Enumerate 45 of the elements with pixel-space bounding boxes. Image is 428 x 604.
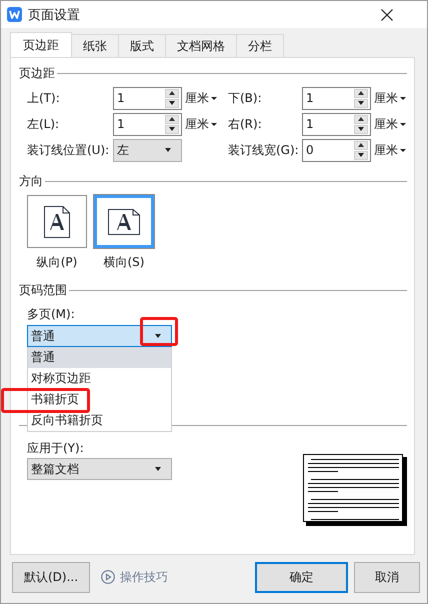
- unit-dropdown[interactable]: 厘米: [185, 116, 217, 132]
- spin-field[interactable]: 1: [302, 112, 371, 136]
- dropdown[interactable]: 整篇文档: [27, 458, 172, 480]
- dropdown-option[interactable]: 对称页边距: [28, 368, 171, 389]
- group-title: 页码范围: [19, 282, 67, 298]
- field-label: 右(R):: [228, 116, 263, 132]
- ok-button[interactable]: 确定: [255, 562, 348, 592]
- orientation-label: 横向(S): [104, 254, 144, 271]
- window-title: 页面设置: [28, 6, 80, 24]
- dropdown[interactable]: 普通: [27, 325, 172, 347]
- field-label: 上(T):: [27, 90, 61, 106]
- orientation-option[interactable]: [94, 195, 154, 248]
- dropdown[interactable]: 左: [113, 138, 182, 162]
- group-title: 页边距: [19, 64, 55, 82]
- play-circle-icon: [101, 570, 116, 584]
- field-label: 装订线宽(G):: [228, 142, 300, 158]
- dropdown-option[interactable]: 书籍折页: [28, 389, 171, 410]
- orientation-label: 纵向(P): [36, 254, 78, 271]
- field-label: 左(L):: [27, 116, 60, 132]
- highlight-frame: [140, 317, 178, 346]
- unit-dropdown[interactable]: 厘米: [374, 116, 406, 132]
- unit-dropdown[interactable]: 厘米: [374, 90, 406, 106]
- spin-field[interactable]: 1: [113, 86, 182, 110]
- app-logo-icon: [7, 7, 22, 22]
- landscape-page-icon: [108, 208, 140, 234]
- portrait-page-icon: [44, 206, 70, 238]
- unit-dropdown[interactable]: 厘米: [185, 90, 217, 106]
- dropdown-option[interactable]: 反向书籍折页: [28, 410, 171, 431]
- close-icon[interactable]: [381, 8, 393, 20]
- field-label: 装订线位置(U):: [27, 142, 110, 158]
- tips-link[interactable]: 操作技巧: [120, 568, 168, 586]
- spin-field[interactable]: 0: [302, 138, 371, 162]
- field-label: 下(B):: [228, 90, 263, 106]
- unit-dropdown[interactable]: 厘米: [374, 142, 406, 158]
- dropdown-option[interactable]: 普通: [28, 347, 171, 368]
- default-button[interactable]: 默认(D)...: [12, 562, 90, 592]
- group-title: 方向: [19, 172, 43, 190]
- tab[interactable]: 页边距: [10, 32, 72, 57]
- spin-field[interactable]: 1: [113, 112, 182, 136]
- field-label: 应用于(Y):: [27, 441, 85, 455]
- cancel-button[interactable]: 取消: [354, 562, 420, 592]
- orientation-option[interactable]: [27, 195, 87, 248]
- spin-field[interactable]: 1: [302, 86, 371, 110]
- tab[interactable]: 分栏: [236, 34, 284, 57]
- field-label: 多页(M):: [26, 307, 76, 321]
